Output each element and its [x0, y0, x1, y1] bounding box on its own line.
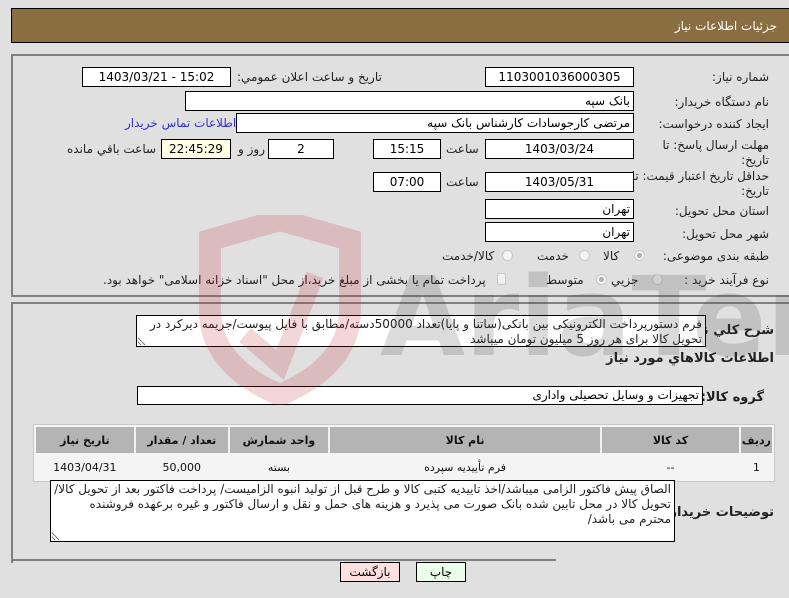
cell-need-date: 1403/04/31 [36, 455, 134, 479]
print-button[interactable]: چاپ [416, 562, 466, 582]
price-validity-time: 07:00 [373, 172, 441, 192]
back-button[interactable]: بازگشت [340, 562, 400, 582]
requester-field: مرتضی کارجوسادات کارشناس بانک سپه [236, 113, 634, 133]
buyer-notes-label: توضیحات خریدار: [664, 505, 774, 520]
response-deadline-date: 1403/03/24 [485, 139, 634, 159]
remaining-time-label: ساعت باقي مانده [67, 142, 157, 156]
cell-goods-name: فرم تأییدیه سپرده [329, 455, 601, 479]
goods-group-label: گروه کالا: [700, 390, 764, 405]
treasury-checkbox-label: پرداخت تمام یا بخشی از مبلغ خرید،از محل … [103, 273, 486, 287]
purchase-type-radio-medium[interactable] [596, 274, 607, 285]
price-validity-date: 1403/05/31 [485, 172, 634, 192]
response-time-label: ساعت [446, 142, 479, 156]
category-radio-goods-service[interactable] [502, 250, 513, 261]
cell-goods-code: -- [602, 455, 739, 479]
need-number-field: 1103001036000305 [485, 67, 634, 87]
announce-datetime-field: 1403/03/21 - 15:02 [82, 67, 231, 87]
items-table: ردیف کد کالا نام کالا واحد شمارش تعداد /… [33, 424, 775, 482]
items-table-header: ردیف کد کالا نام کالا واحد شمارش تعداد /… [36, 427, 772, 453]
category-option-goods-service: کالا/خدمت [442, 249, 495, 263]
treasury-checkbox[interactable] [497, 273, 506, 285]
category-radio-service[interactable] [579, 250, 590, 261]
buyer-org-field: بانک سپه [185, 91, 634, 111]
goods-section-title: اطلاعات کالاهاي مورد نياز [606, 351, 774, 366]
remaining-time-field: 22:45:29 [161, 139, 231, 159]
col-header-unit: واحد شمارش [229, 427, 328, 453]
category-option-service: خدمت [537, 249, 569, 263]
goods-group-field: تجهیزات و وسایل تحصیلی واداری [137, 386, 703, 405]
requester-label: ایجاد کننده درخواست: [658, 117, 769, 131]
purchase-type-radio-minor[interactable] [652, 274, 663, 285]
col-header-need-date: تاریخ نیاز [36, 427, 134, 453]
page-header: جزئيات اطلاعات نياز [11, 8, 789, 43]
description-textarea[interactable] [136, 315, 706, 347]
buyer-contact-link[interactable]: اطلاعات تماس خریدار [125, 116, 236, 130]
days-label: روز و [238, 142, 265, 156]
table-row: 1 -- فرم تأییدیه سپرده بسته 50,000 1403/… [36, 455, 772, 479]
cell-row-number: 1 [740, 455, 772, 479]
cell-quantity: 50,000 [135, 455, 228, 479]
need-number-label: شماره نیاز: [712, 70, 769, 84]
purchase-type-option-minor: جزیي [611, 273, 639, 287]
category-radio-goods[interactable] [634, 250, 645, 261]
delivery-province-label: استان محل تحویل: [674, 204, 769, 218]
announce-datetime-label: تاريخ و ساعت اعلان عمومي: [237, 70, 382, 84]
remaining-days-field: 2 [268, 139, 334, 159]
col-header-goods-name: نام کالا [329, 427, 601, 453]
page-title: جزئيات اطلاعات نياز [674, 18, 777, 33]
col-header-row-number: ردیف [740, 427, 772, 453]
buyer-org-label: نام دستگاه خریدار: [674, 95, 770, 109]
col-header-quantity: تعداد / مقدار [135, 427, 228, 453]
buyer-notes-textarea[interactable] [50, 480, 675, 542]
col-header-goods-code: کد کالا [602, 427, 739, 453]
category-label: طبقه بندی موضوعی: [662, 249, 769, 263]
delivery-province-field: تهران [485, 199, 634, 219]
delivery-city-field: تهران [485, 222, 634, 242]
goods-section-bottom-border [11, 559, 556, 561]
price-validity-time-label: ساعت [446, 175, 479, 189]
category-option-goods: کالا [603, 249, 620, 263]
response-deadline-label: مهلت ارسال پاسخ: تا تاریخ: [662, 138, 769, 167]
purchase-type-label: نوع فرآیند خرید : [684, 273, 769, 287]
response-deadline-time: 15:15 [373, 139, 441, 159]
cell-unit: بسته [229, 455, 328, 479]
delivery-city-label: شهر محل تحویل: [682, 227, 769, 241]
purchase-type-option-medium: متوسط [546, 273, 584, 287]
